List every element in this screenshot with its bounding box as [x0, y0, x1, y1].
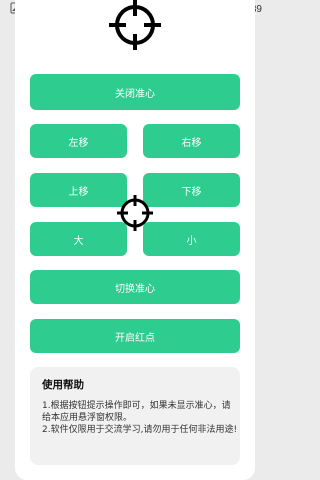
enable-red-dot-button[interactable]: 开启红点	[30, 319, 240, 353]
move-right-button[interactable]: 右移	[143, 124, 240, 158]
move-down-button[interactable]: 下移	[143, 173, 240, 207]
move-left-button[interactable]: 左移	[30, 124, 127, 158]
help-panel: 使用帮助 1.根据按钮提示操作即可，如果未显示准心，请给本应用悬浮窗权限。 2.…	[30, 367, 240, 465]
bigger-button[interactable]: 大	[30, 222, 127, 256]
crosshair-overlay-center[interactable]	[115, 193, 155, 233]
help-text: 1.根据按钮提示操作即可，如果未显示准心，请给本应用悬浮窗权限。 2.软件仅限用…	[42, 401, 238, 435]
crosshair-overlay-top[interactable]	[107, 0, 163, 52]
close-crosshair-button[interactable]: 关闭准心	[30, 74, 240, 110]
smaller-button[interactable]: 小	[143, 222, 240, 256]
move-up-button[interactable]: 上移	[30, 173, 127, 207]
help-title: 使用帮助	[42, 379, 84, 391]
switch-crosshair-button[interactable]: 切换准心	[30, 270, 240, 304]
